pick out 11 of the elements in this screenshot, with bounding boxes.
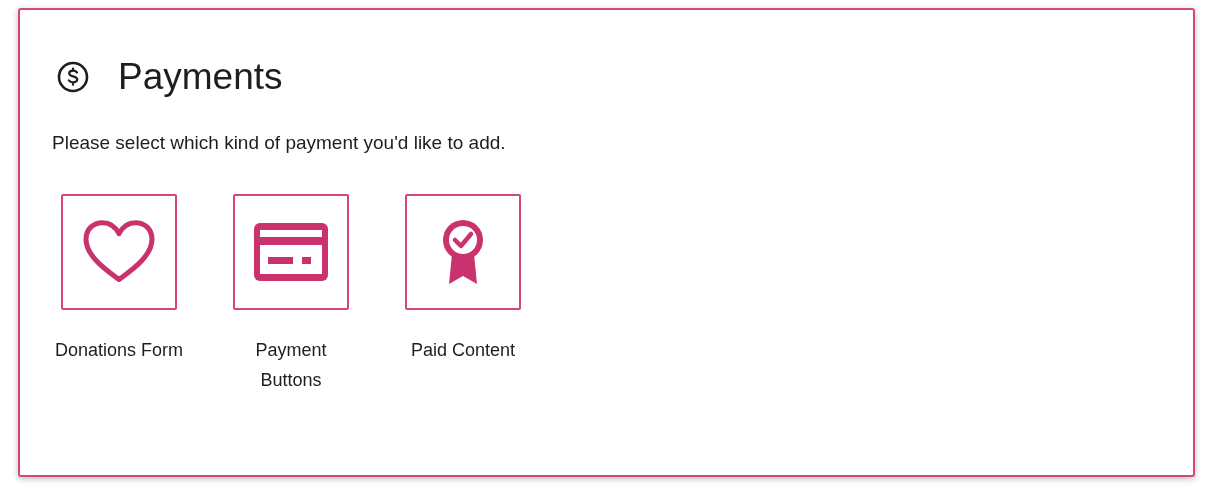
dollar-circle-icon (56, 60, 90, 94)
payment-type-button[interactable] (405, 194, 521, 310)
panel-title: Payments (118, 56, 283, 98)
credit-card-icon (254, 223, 328, 281)
payment-type-button[interactable] (61, 194, 177, 310)
instruction-text: Please select which kind of payment you'd like to add. (52, 132, 507, 154)
payment-type-label: Donations Form (54, 339, 184, 362)
payment-type-label: Payment Buttons (254, 339, 328, 392)
heart-icon (82, 219, 156, 285)
payment-type-button[interactable] (233, 194, 349, 310)
payment-type-label: Paid Content (409, 339, 517, 362)
